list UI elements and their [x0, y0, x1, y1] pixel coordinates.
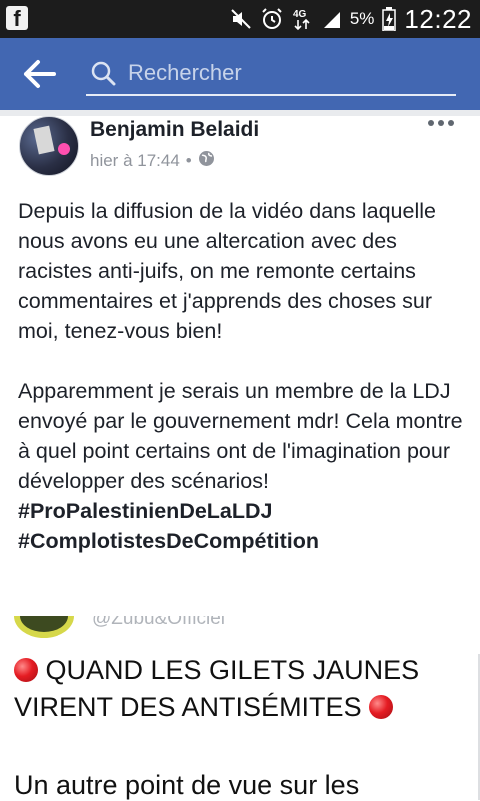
arrow-left-icon [24, 60, 56, 88]
shared-handle[interactable]: @Zubu&Officiel [92, 616, 225, 630]
red-circle-icon [369, 695, 394, 719]
dot [448, 120, 454, 126]
more-options-button[interactable] [428, 120, 454, 126]
hashtag-link[interactable]: #ComplotistesDeCompétition [18, 526, 466, 556]
dot [438, 120, 444, 126]
shared-title: QUAND LES GILETS JAUNES VIRENT DES ANTIS… [14, 652, 464, 726]
post-paragraph-2: Apparemment je serais un membre de la LD… [18, 379, 463, 493]
meta-separator: • [185, 151, 192, 170]
status-bar: f 4G 5% 12:22 [0, 0, 480, 38]
globe-icon [198, 150, 215, 172]
post-paragraph-1: Depuis la diffusion de la vidéo dans laq… [18, 199, 436, 343]
avatar-detail [58, 143, 70, 155]
clock: 12:22 [404, 3, 472, 34]
svg-text:4G: 4G [293, 9, 307, 20]
status-icons: 4G 5% 12:22 [230, 0, 472, 38]
search-header [0, 38, 480, 110]
network-4g-icon: 4G [292, 7, 314, 31]
search-input[interactable] [126, 56, 450, 90]
shared-post-header: @Zubu&Officiel [0, 616, 480, 638]
alarm-icon [260, 7, 284, 31]
red-circle-icon [14, 658, 38, 682]
search-bar[interactable] [86, 52, 456, 96]
dot [428, 120, 434, 126]
avatar-detail [33, 125, 55, 155]
hashtag-link[interactable]: #ProPalestinienDeLaLDJ [18, 496, 466, 526]
feed-divider [0, 110, 480, 116]
shared-subtitle: Un autre point de vue sur les [14, 770, 360, 800]
post-meta: hier à 17:44 • [90, 150, 215, 172]
search-underline [86, 94, 456, 96]
search-icon [90, 60, 116, 91]
facebook-notification-icon: f [6, 6, 28, 31]
battery-percent: 5% [349, 9, 375, 28]
post-timestamp[interactable]: hier à 17:44 [90, 151, 180, 171]
back-button[interactable] [22, 58, 58, 90]
post-text: Depuis la diffusion de la vidéo dans laq… [18, 196, 466, 556]
shared-title-text: QUAND LES GILETS JAUNES VIRENT DES ANTIS… [14, 655, 420, 722]
battery-charging-icon [382, 7, 397, 31]
mute-icon [230, 8, 252, 30]
post-author[interactable]: Benjamin Belaidi [90, 118, 259, 142]
signal-icon [322, 9, 342, 29]
avatar[interactable] [19, 116, 79, 176]
